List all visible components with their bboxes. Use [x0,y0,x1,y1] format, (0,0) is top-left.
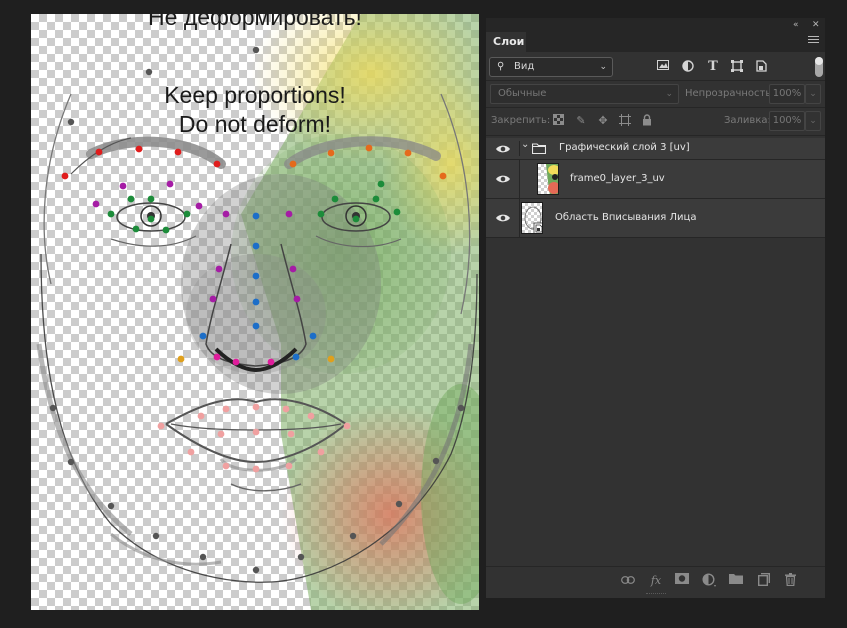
lock-row: Закрепить: ✎ ✥ Заливка: 100% ⌄ [486,110,825,132]
canvas-line2: Do not deform! [178,111,332,137]
layer-thumbnail [537,163,559,195]
panel-bottom-bar: fx [486,566,825,594]
hamburger-menu-icon[interactable] [808,36,819,46]
layer-group-row[interactable]: ⌄ Графический слой 3 [uv] [486,138,825,159]
document-canvas[interactable]: Не деформировать! Keep proportions! Do n… [31,14,479,610]
canvas-heading-partial: Не деформировать! [148,14,362,30]
chevron-down-icon[interactable]: ⌄ [805,111,821,131]
adjustment-filter-icon[interactable] [681,60,695,74]
blend-row: Обычные ⌄ Непрозрачность: 100% ⌄ [486,83,825,105]
canvas-line1: Keep proportions! [164,82,346,108]
divider [486,135,825,136]
filter-toggle[interactable] [815,57,823,77]
smart-object-filter-icon[interactable] [754,60,768,74]
eye-icon[interactable] [495,143,511,155]
layer-group-name[interactable]: Графический слой 3 [uv] [559,142,690,153]
trash-icon[interactable] [782,573,798,589]
eye-icon[interactable] [495,173,511,185]
blend-mode-value: Обычные [498,88,547,99]
filter-label: Вид [514,61,535,72]
layer-row[interactable]: Область Вписывания Лица [486,199,825,237]
layer-filter-select[interactable]: ⚲ Вид ⌄ [489,57,613,77]
search-icon: ⚲ [497,61,505,72]
lock-transparent-pixels-icon[interactable] [551,114,565,128]
chevron-down-icon: ⌄ [665,89,673,99]
fx-icon[interactable]: fx [648,573,664,589]
mask-icon[interactable] [674,573,690,589]
layer-thumbnail [521,202,543,234]
layers-panel: « ✕ Слои ⚲ Вид ⌄ T Обычные ⌄ Непрозрачно… [486,18,825,598]
type-filter-icon[interactable]: T [706,60,720,74]
panel-tab-bar: Слои [486,32,825,52]
tab-layers[interactable]: Слои [486,32,526,52]
double-chevron-icon[interactable]: « [793,18,799,32]
chevron-down-icon[interactable]: ⌄ [805,84,821,104]
fill-field[interactable]: 100% [769,111,805,131]
adjustment-layer-icon[interactable] [701,573,717,589]
divider [486,107,825,108]
panel-title-bar: « ✕ [486,18,825,32]
new-layer-icon[interactable] [756,573,772,589]
divider [486,237,825,238]
opacity-label: Непрозрачность: [685,88,775,99]
layer-name[interactable]: frame0_layer_3_uv [570,173,665,184]
image-filter-icon[interactable] [656,60,670,74]
chevron-down-icon[interactable]: ⌄ [521,139,529,150]
move-icon[interactable]: ✥ [596,114,610,128]
resize-grip[interactable] [646,593,666,595]
close-icon[interactable]: ✕ [812,18,820,32]
layers-list: ⌄ Графический слой 3 [uv] frame0_layer_3… [486,138,825,568]
folder-icon[interactable] [728,573,744,589]
fill-label: Заливка: [724,115,771,126]
layer-name[interactable]: Область Вписывания Лица [555,212,696,223]
brush-icon[interactable]: ✎ [574,114,588,128]
blend-mode-select[interactable]: Обычные ⌄ [490,84,679,104]
folder-icon [532,143,546,154]
opacity-field[interactable]: 100% [769,84,805,104]
shape-filter-icon[interactable] [730,60,744,74]
layer-row[interactable]: frame0_layer_3_uv [486,160,825,198]
link-icon[interactable] [620,573,636,589]
divider [486,80,825,81]
eye-icon[interactable] [495,212,511,224]
filter-row: ⚲ Вид ⌄ T [486,56,825,78]
lock-label: Закрепить: [491,115,551,126]
lock-icon[interactable] [640,114,654,128]
photoshop-workspace: Не деформировать! Keep proportions! Do n… [0,0,847,628]
artboard-icon[interactable] [618,114,632,128]
chevron-down-icon: ⌄ [599,62,607,72]
